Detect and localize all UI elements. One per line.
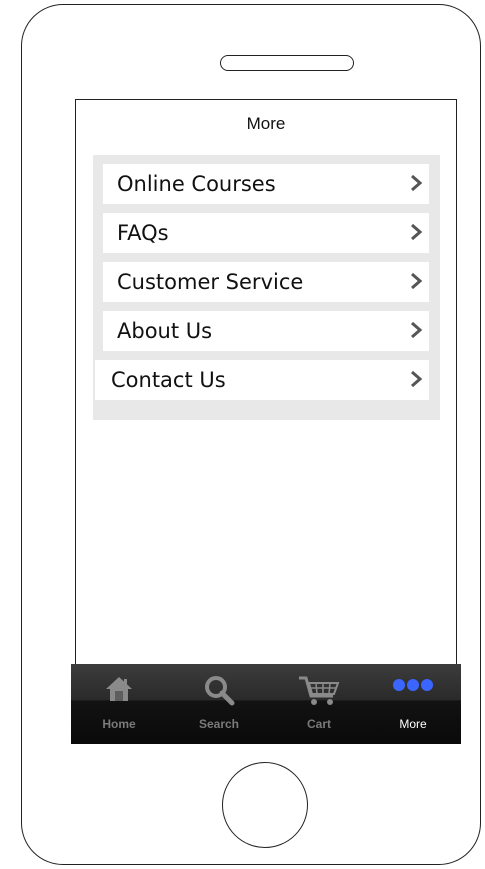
menu-item-faqs[interactable]: FAQs xyxy=(103,213,429,253)
menu-item-customer-service[interactable]: Customer Service xyxy=(103,262,429,302)
speaker-slot xyxy=(220,55,354,71)
tab-search[interactable]: Search xyxy=(181,664,257,744)
menu-item-contact-us[interactable]: Contact Us xyxy=(95,360,429,400)
chevron-right-icon xyxy=(411,321,423,339)
page-title: More xyxy=(246,114,286,133)
tab-label: More xyxy=(399,717,427,731)
tab-label: Home xyxy=(102,717,136,731)
tab-label: Cart xyxy=(306,717,331,731)
menu-item-label: FAQs xyxy=(117,221,169,245)
tab-label: Search xyxy=(198,717,240,731)
menu-item-label: Contact Us xyxy=(111,368,226,392)
tab-more[interactable]: More xyxy=(375,664,451,744)
app-screen: More Online Courses FAQs Customer Servic… xyxy=(75,99,457,744)
search-icon xyxy=(205,676,235,706)
more-menu-list: Online Courses FAQs Customer Service Abo… xyxy=(93,155,440,420)
tab-bar: Home Search Cart More xyxy=(71,664,461,744)
menu-item-label: Online Courses xyxy=(117,172,276,196)
tab-cart[interactable]: Cart xyxy=(281,664,357,744)
menu-item-label: Customer Service xyxy=(117,270,304,294)
chevron-right-icon xyxy=(411,223,423,241)
more-dots-icon xyxy=(393,679,433,691)
tab-home[interactable]: Home xyxy=(81,664,157,744)
home-hardware-button[interactable] xyxy=(222,762,308,848)
menu-item-label: About Us xyxy=(117,319,213,343)
menu-item-online-courses[interactable]: Online Courses xyxy=(103,164,429,204)
home-icon xyxy=(106,677,132,701)
chevron-right-icon xyxy=(411,272,423,290)
chevron-right-icon xyxy=(411,174,423,192)
chevron-right-icon xyxy=(411,370,423,388)
cart-icon xyxy=(299,676,340,705)
menu-item-about-us[interactable]: About Us xyxy=(103,311,429,351)
